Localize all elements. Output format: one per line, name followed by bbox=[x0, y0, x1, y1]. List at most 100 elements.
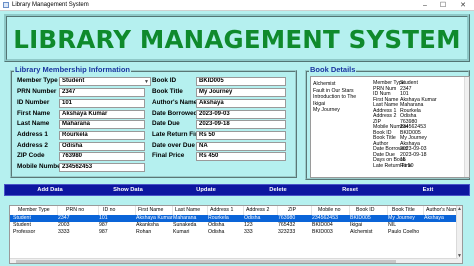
column-header[interactable]: Address 2 bbox=[244, 206, 278, 215]
chevron-down-icon[interactable]: ▼ bbox=[144, 79, 149, 85]
table-cell: 765432 bbox=[278, 222, 296, 228]
date-due-label: Date Due bbox=[152, 120, 180, 127]
table-cell: 763980 bbox=[278, 215, 296, 221]
member-type-combobox[interactable]: Student ▼ bbox=[59, 77, 151, 86]
table-cell: Odisha bbox=[208, 229, 225, 235]
book-id-label: Book ID bbox=[152, 77, 177, 84]
table-cell: NIL bbox=[388, 222, 397, 228]
table-cell: Paulo Coelho bbox=[388, 229, 420, 235]
table-vertical-scrollbar[interactable]: ▲ ▼ bbox=[456, 206, 462, 263]
last-name-input[interactable]: Maharana bbox=[59, 120, 145, 129]
column-header[interactable]: Mobile no bbox=[312, 206, 350, 215]
scroll-up-icon[interactable]: ▲ bbox=[457, 206, 462, 212]
table-cell: Sunakeda bbox=[173, 222, 197, 228]
table-horizontal-scrollbar[interactable] bbox=[10, 258, 458, 263]
prn-number-input[interactable]: 2347 bbox=[59, 88, 145, 97]
address2-input[interactable]: Odisha bbox=[59, 142, 145, 151]
date-borrowed-input[interactable]: 2023-09-03 bbox=[196, 110, 286, 119]
app-icon bbox=[3, 2, 9, 8]
table-cell: Rohan bbox=[136, 229, 152, 235]
book-title-input[interactable]: My Journey bbox=[196, 88, 286, 97]
records-table[interactable]: Member Type PRN no ID no First Name Last… bbox=[9, 205, 463, 264]
table-cell: 123 bbox=[244, 222, 253, 228]
book-details-textbox[interactable]: Alchemist Fault in Our Stars Introductio… bbox=[310, 76, 470, 178]
table-cell: Professor bbox=[13, 229, 36, 235]
window-titlebar: Library Management System – ☐ ✕ bbox=[0, 0, 474, 11]
final-price-input[interactable]: Rs 450 bbox=[196, 152, 286, 161]
table-cell: Ikigai bbox=[350, 222, 363, 228]
book-list-item[interactable]: My Journey bbox=[313, 107, 363, 114]
table-cell: Odisha bbox=[208, 222, 225, 228]
table-cell: 2347 bbox=[58, 215, 70, 221]
membership-legend: Library Membership Information bbox=[14, 65, 132, 74]
column-header[interactable]: Address 1 bbox=[208, 206, 244, 215]
show-data-button[interactable]: Show Data bbox=[89, 185, 167, 195]
table-cell: Odisha bbox=[244, 215, 261, 221]
table-cell: Kumari bbox=[173, 229, 190, 235]
late-return-fine-label: Late Return Fine bbox=[152, 131, 203, 138]
date-over-due-input[interactable]: NA bbox=[196, 142, 286, 151]
date-borrowed-label: Date Borrowed bbox=[152, 110, 198, 117]
column-header[interactable]: PRN no bbox=[58, 206, 99, 215]
author-name-label: Author's Name bbox=[152, 99, 198, 106]
column-header[interactable]: Author's Name bbox=[424, 206, 460, 215]
minimize-button[interactable]: – bbox=[418, 0, 432, 11]
mobile-number-label: Mobile Number bbox=[17, 163, 64, 170]
table-cell: BKID004 bbox=[312, 222, 333, 228]
table-cell: Maharana bbox=[173, 215, 197, 221]
table-cell: 987 bbox=[99, 222, 108, 228]
column-header[interactable]: First Name bbox=[136, 206, 173, 215]
table-cell: BKID003 bbox=[312, 229, 333, 235]
update-button[interactable]: Update bbox=[167, 185, 245, 195]
late-return-fine-input[interactable]: Rs 50 bbox=[196, 131, 286, 140]
first-name-input[interactable]: Akshaya Kumar bbox=[59, 110, 145, 119]
id-number-input[interactable]: 101 bbox=[59, 99, 145, 108]
column-header[interactable]: ZIP bbox=[278, 206, 312, 215]
table-cell: Student bbox=[13, 222, 31, 228]
column-header[interactable]: ID no bbox=[99, 206, 136, 215]
book-title-label: Book Title bbox=[152, 88, 183, 95]
table-cell: 2003 bbox=[58, 222, 70, 228]
address1-input[interactable]: Rourkela bbox=[59, 131, 145, 140]
column-header[interactable]: Member Type bbox=[10, 206, 58, 215]
close-button[interactable]: ✕ bbox=[456, 0, 470, 11]
exit-button[interactable]: Exit bbox=[389, 185, 467, 195]
prn-number-label: PRN Number bbox=[17, 88, 57, 95]
mobile-number-input[interactable]: 234562453 bbox=[59, 163, 145, 172]
book-id-input[interactable]: BKID005 bbox=[196, 77, 286, 86]
author-name-input[interactable]: Akshaya bbox=[196, 99, 286, 108]
table-cell: 323233 bbox=[278, 229, 296, 235]
scrollbar-thumb[interactable] bbox=[16, 260, 396, 263]
table-cell: Rourkela bbox=[208, 215, 229, 221]
date-due-input[interactable]: 2023-09-18 bbox=[196, 120, 286, 129]
table-row[interactable]: Student 2003 987 Akanksha Sunakeda Odish… bbox=[10, 222, 458, 229]
table-row[interactable]: Professor 3333 987 Rohan Kumari Odisha 3… bbox=[10, 229, 458, 236]
column-header[interactable]: Book ID bbox=[350, 206, 388, 215]
date-over-due-label: Date over Due bbox=[152, 142, 195, 149]
delete-button[interactable]: Delete bbox=[245, 185, 311, 195]
column-header[interactable]: Book Title bbox=[388, 206, 424, 215]
last-name-label: Last Name bbox=[17, 120, 50, 127]
table-cell: Akshaya bbox=[424, 215, 444, 221]
zip-code-input[interactable]: 763980 bbox=[59, 152, 145, 161]
page-title: LIBRARY MANAGEMENT SYSTEM bbox=[13, 25, 461, 54]
maximize-button[interactable]: ☐ bbox=[436, 0, 450, 11]
first-name-label: First Name bbox=[17, 110, 51, 117]
zip-code-label: ZIP Code bbox=[17, 152, 45, 159]
table-cell: 3333 bbox=[58, 229, 70, 235]
book-details-legend: Book Details bbox=[309, 65, 357, 74]
table-cell: 101 bbox=[99, 215, 108, 221]
reset-button[interactable]: Reset bbox=[311, 185, 389, 195]
final-price-label: Final Price bbox=[152, 152, 185, 159]
address2-label: Address 2 bbox=[17, 142, 48, 149]
column-header[interactable]: Last Name bbox=[173, 206, 208, 215]
member-type-label: Member Type bbox=[17, 77, 58, 84]
action-button-bar: Add Data Show Data Update Delete Reset E… bbox=[4, 184, 470, 196]
add-data-button[interactable]: Add Data bbox=[11, 185, 89, 195]
table-row[interactable]: Student 2347 101 Akshaya Kumar Maharana … bbox=[10, 215, 458, 222]
receipt-scrollbar[interactable] bbox=[464, 77, 469, 177]
header-panel: LIBRARY MANAGEMENT SYSTEM bbox=[4, 14, 470, 62]
id-number-label: ID Number bbox=[17, 99, 50, 106]
member-type-value: Student bbox=[62, 78, 85, 84]
table-cell: Student bbox=[13, 215, 31, 221]
